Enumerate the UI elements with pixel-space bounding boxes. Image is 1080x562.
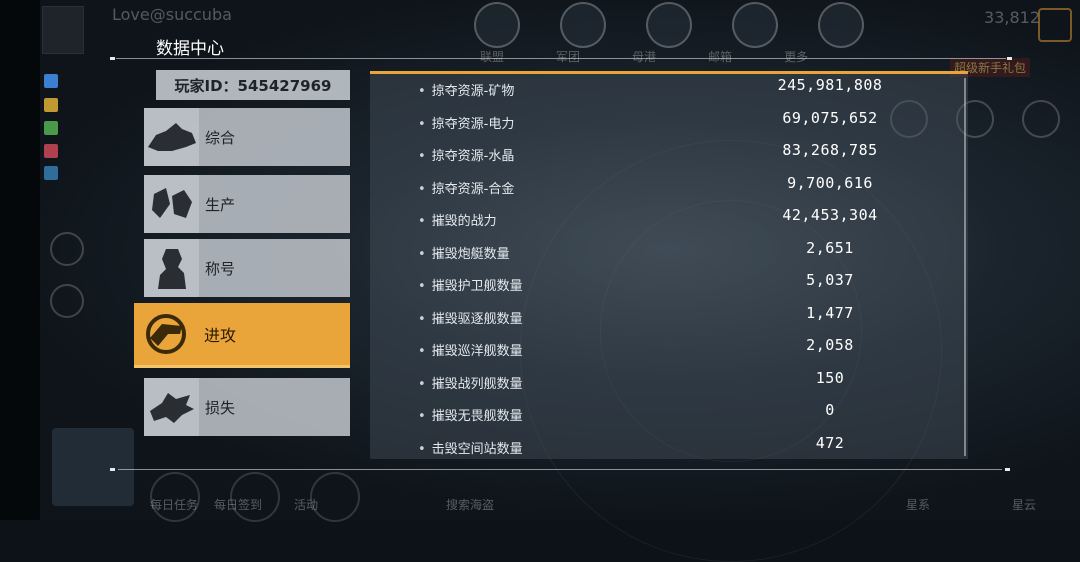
stat-label: 摧毁的战力 (418, 210, 497, 229)
bottom-label: 搜索海盗 (446, 498, 495, 512)
stat-label: 摧毁无畏舰数量 (418, 405, 523, 424)
stat-value: 150 (815, 368, 845, 387)
stat-value: 9,700,616 (787, 173, 873, 192)
currency-amount: 33,812 (984, 8, 1040, 27)
bottom-label: 每日任务 (150, 498, 199, 512)
top-nav-label: 母港 (632, 50, 657, 64)
stat-row: 掠夺资源-合金 9,700,616 (370, 172, 960, 204)
currency-icon[interactable] (1038, 8, 1072, 42)
top-nav-label: 联盟 (480, 50, 505, 64)
player-avatar[interactable] (42, 6, 84, 54)
tab-label: 损失 (199, 378, 350, 436)
stat-label: 掠夺资源-合金 (418, 178, 515, 197)
stat-value: 69,075,652 (782, 108, 878, 127)
resource-row (44, 119, 156, 136)
stats-panel: 掠夺资源-矿物 245,981,808 掠夺资源-电力 69,075,652 掠夺资… (370, 71, 968, 459)
stat-label: 掠夺资源-电力 (418, 113, 515, 132)
alliance-icon[interactable] (474, 2, 520, 48)
top-nav (474, 2, 864, 48)
wreck-icon (144, 378, 199, 436)
tab-label: 称号 (199, 239, 350, 297)
eye-icon (44, 165, 58, 180)
stat-row: 掠夺资源-水晶 83,268,785 (370, 139, 960, 171)
bottom-label: 每日签到 (214, 498, 263, 512)
activity-icon[interactable] (1022, 100, 1060, 138)
footer-divider (110, 468, 1010, 471)
stat-row: 摧毁炮艇数量 2,651 (370, 237, 960, 269)
player-id: 玩家ID：545427969 (156, 70, 350, 100)
stat-value: 5,037 (806, 271, 854, 289)
stat-value: 245,981,808 (777, 76, 883, 94)
bottom-label: 星系 (906, 498, 931, 512)
crystal-icon (144, 175, 199, 233)
stat-label: 掠夺资源-矿物 (418, 80, 515, 99)
tab-production[interactable]: 生产 (144, 175, 350, 233)
resource-row (44, 72, 156, 89)
stat-row: 摧毁护卫舰数量 5,037 (370, 269, 960, 301)
ship-icon (144, 108, 199, 166)
header-divider (110, 57, 1012, 60)
stat-label: 摧毁战列舰数量 (418, 373, 523, 392)
tab-loss[interactable]: 损失 (144, 378, 350, 436)
top-nav-label: 军团 (556, 50, 581, 64)
stat-row: 掠夺资源-电力 69,075,652 (370, 107, 960, 139)
left-edge-strip (0, 0, 40, 520)
stat-value: 2,058 (806, 336, 854, 354)
stat-value: 1,477 (806, 303, 854, 322)
tab-label: 生产 (199, 175, 350, 233)
chat-icon[interactable] (50, 232, 84, 266)
resource-row (44, 164, 156, 181)
scrollbar[interactable] (964, 78, 966, 456)
legion-icon[interactable] (560, 2, 606, 48)
stat-row: 掠夺资源-矿物 245,981,808 (370, 74, 960, 106)
username: Love@succuba (112, 5, 232, 24)
attack-emblem-icon (134, 303, 198, 365)
top-nav-label: 邮箱 (708, 50, 733, 64)
alloy-icon (44, 143, 58, 158)
top-nav-label: 更多 (784, 50, 809, 64)
stat-value: 42,453,304 (782, 206, 878, 224)
stat-label: 摧毁护卫舰数量 (418, 275, 523, 294)
stat-label: 摧毁驱逐舰数量 (418, 308, 523, 327)
stat-row: 摧毁战列舰数量 150 (370, 367, 960, 399)
stat-value: 472 (815, 433, 845, 452)
tab-title[interactable]: 称号 (144, 239, 350, 297)
stat-row: 摧毁巡洋舰数量 2,058 (370, 334, 960, 366)
more-icon[interactable] (818, 2, 864, 48)
stat-value: 0 (825, 401, 835, 419)
profile-icon[interactable] (50, 284, 84, 318)
mineral-icon (44, 73, 58, 88)
tab-label: 进攻 (204, 326, 237, 345)
top-nav-labels: 联盟 军团 母港 邮箱 更多 (480, 48, 808, 65)
stat-value: 2,651 (806, 238, 854, 257)
stat-label: 摧毁巡洋舰数量 (418, 340, 523, 359)
bottom-label: 星云 (1012, 498, 1037, 512)
stat-row: 击毁空间站数量 472 (370, 432, 960, 464)
stat-label: 摧毁炮艇数量 (418, 243, 510, 262)
bottom-label: 活动 (294, 498, 319, 512)
stat-row: 摧毁驱逐舰数量 1,477 (370, 302, 960, 334)
stat-label: 击毁空间站数量 (418, 438, 523, 457)
fleet-button[interactable] (52, 428, 134, 506)
resource-row (44, 96, 156, 113)
crystal-icon (44, 120, 58, 135)
mail-icon[interactable] (732, 2, 778, 48)
resource-row (44, 142, 156, 159)
homeport-icon[interactable] (646, 2, 692, 48)
tab-label: 综合 (199, 108, 350, 166)
power-icon (44, 97, 58, 112)
stat-label: 掠夺资源-水晶 (418, 145, 515, 164)
commander-silhouette-icon (144, 239, 199, 297)
tab-attack[interactable]: 进攻 (134, 303, 350, 368)
stat-row: 摧毁的战力 42,453,304 (370, 204, 960, 236)
stat-row: 摧毁无畏舰数量 0 (370, 399, 960, 431)
tab-summary[interactable]: 综合 (144, 108, 350, 166)
stat-value: 83,268,785 (782, 141, 878, 159)
page-title: 数据中心 (156, 39, 224, 59)
